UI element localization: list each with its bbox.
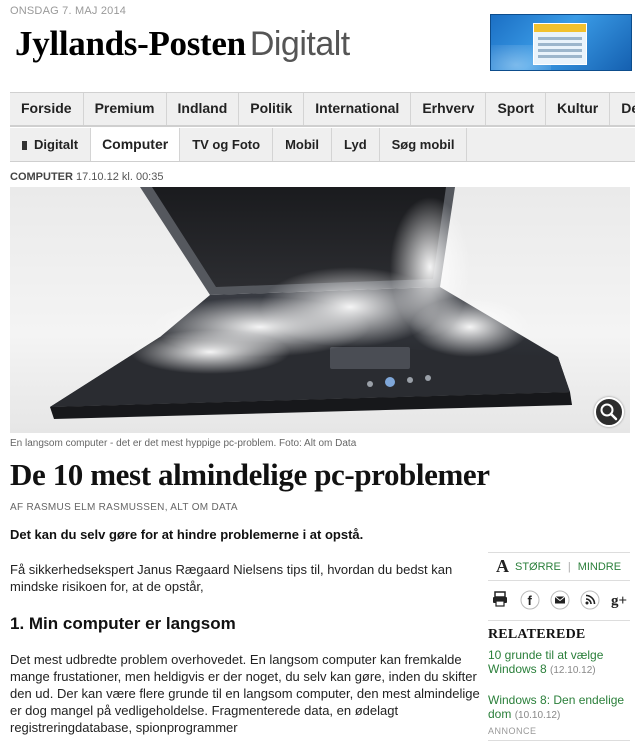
article-subheading: 1. Min computer er langsom: [10, 614, 236, 633]
main-navigation: Forside Premium Indland Politik Internat…: [10, 92, 635, 127]
logo-sub: Digitalt: [249, 25, 350, 63]
annonce-label: ANNONCE: [488, 726, 630, 741]
subnav-item-lyd[interactable]: Lyd: [332, 128, 380, 161]
email-icon[interactable]: [550, 590, 570, 610]
rss-icon[interactable]: [580, 590, 600, 610]
laptop-smoke-illustration: [50, 187, 572, 419]
font-bigger-link[interactable]: STØRRE: [515, 561, 561, 573]
nav-item-forside[interactable]: Forside: [10, 93, 84, 125]
nav-item-debat[interactable]: Debat: [610, 93, 635, 125]
font-size-icon: A: [496, 556, 509, 576]
article-intro: Få sikkerhedsekspert Janus Rægaard Niels…: [10, 562, 453, 594]
article-section[interactable]: COMPUTER: [10, 171, 73, 183]
related-item[interactable]: Windows 8: Den endelige dom (10.10.12): [488, 693, 630, 723]
font-size-controls: A STØRRE | MINDRE: [488, 552, 630, 581]
share-bar: f g+: [488, 581, 630, 621]
nav-item-international[interactable]: International: [304, 93, 412, 125]
nav-item-politik[interactable]: Politik: [239, 93, 305, 125]
subnav-item-mobil[interactable]: Mobil: [273, 128, 332, 161]
google-plus-icon[interactable]: g+: [610, 590, 630, 610]
subnav-section-digitalt[interactable]: Digitalt: [10, 128, 92, 161]
site-logo[interactable]: Jyllands-Posten Digitalt: [15, 24, 350, 64]
article-sidebar: A STØRRE | MINDRE f g+ RELATEREDE 10 gru…: [488, 552, 630, 741]
svg-text:f: f: [528, 593, 533, 608]
subnav-item-computer[interactable]: Computer: [91, 128, 181, 161]
zoom-icon[interactable]: [594, 397, 624, 427]
subnav-section-label: Digitalt: [34, 137, 79, 152]
logo-main: Jyllands-Posten: [15, 24, 246, 63]
sub-navigation: Digitalt Computer TV og Foto Mobil Lyd S…: [10, 128, 635, 162]
svg-text:g+: g+: [611, 593, 627, 609]
article-timestamp: 17.10.12 kl. 00:35: [76, 171, 164, 183]
subnav-item-tv-og-foto[interactable]: TV og Foto: [180, 128, 274, 161]
facebook-icon[interactable]: f: [520, 590, 540, 610]
related-heading: RELATEREDE: [488, 627, 586, 642]
article-title: De 10 mest almindelige pc-problemer: [10, 457, 490, 492]
related-item[interactable]: 10 grunde til at vælge Windows 8 (12.10.…: [488, 648, 630, 678]
nav-item-premium[interactable]: Premium: [84, 93, 167, 125]
article-body: Det mest udbredte problem overhovedet. E…: [10, 652, 480, 735]
article-byline: AF RASMUS ELM RASMUSSEN, ALT OM DATA: [10, 502, 238, 513]
section-bullet-icon: [22, 141, 27, 150]
article-photo[interactable]: [10, 187, 630, 433]
subnav-item-sog-mobil[interactable]: Søg mobil: [380, 128, 468, 161]
font-smaller-link[interactable]: MINDRE: [578, 561, 621, 573]
article-meta: COMPUTER 17.10.12 kl. 00:35: [10, 171, 163, 183]
nav-item-erhverv[interactable]: Erhverv: [411, 93, 487, 125]
advertisement-banner[interactable]: [490, 14, 632, 71]
print-icon[interactable]: [490, 590, 510, 610]
nav-item-sport[interactable]: Sport: [486, 93, 547, 125]
article-lead: Det kan du selv gøre for at hindre probl…: [10, 527, 364, 542]
photo-caption: En langsom computer - det er det mest hy…: [10, 438, 357, 449]
page-date: ONSDAG 7. MAJ 2014: [10, 5, 127, 17]
nav-item-indland[interactable]: Indland: [167, 93, 240, 125]
nav-item-kultur[interactable]: Kultur: [546, 93, 611, 125]
